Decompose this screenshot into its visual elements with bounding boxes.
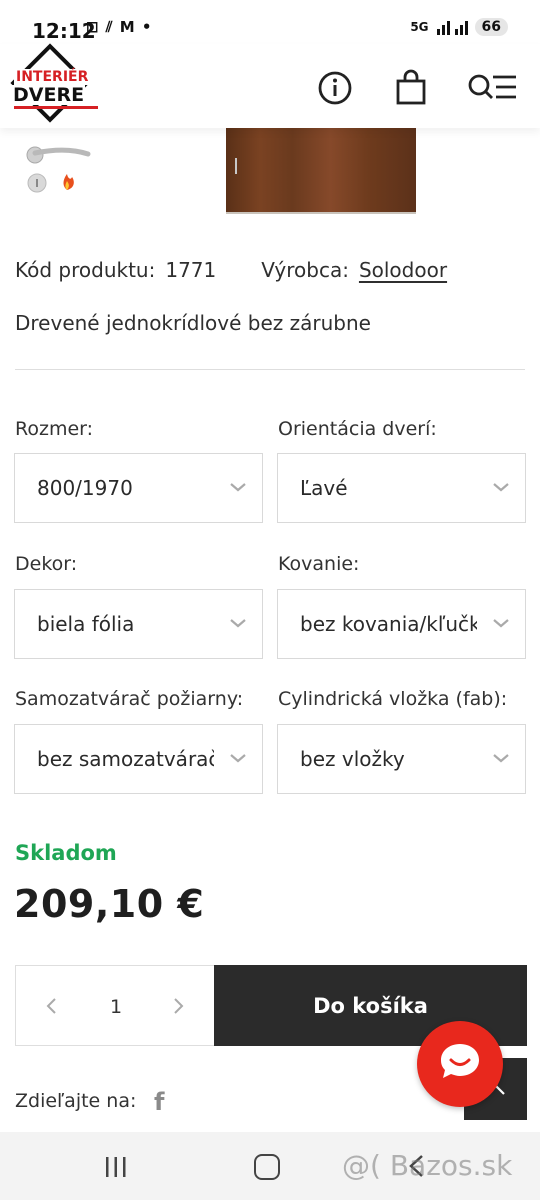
chat-button[interactable] xyxy=(417,1021,503,1107)
search-menu-icon[interactable] xyxy=(466,68,518,108)
status-bar: 12:12 ⊡ ⫽ M • 5G 66 xyxy=(0,0,540,44)
decor-select[interactable]: biela fólia xyxy=(14,589,263,659)
logo-underline xyxy=(14,106,98,109)
increase-quantity-button[interactable] xyxy=(166,994,190,1018)
size-select-value: 800/1970 xyxy=(37,476,133,500)
manufacturer-link[interactable]: Solodoor xyxy=(359,258,447,282)
hardware-select-value: bez kovania/kľučky xyxy=(300,612,477,636)
battery-indicator: 66 xyxy=(474,18,508,36)
hardware-label: Kovanie: xyxy=(278,553,360,575)
chat-bubble-icon xyxy=(441,1044,479,1078)
site-header: INTERIÉR DVERE xyxy=(0,43,540,128)
orientation-label: Orientácia dverí: xyxy=(278,418,437,440)
share-label: Zdieľajte na: xyxy=(15,1090,137,1112)
manufacturer-label: Výrobca: xyxy=(261,258,349,282)
logo-text-top: INTERIÉR xyxy=(14,69,91,85)
status-right: 5G 66 xyxy=(410,18,508,36)
home-icon[interactable] xyxy=(254,1154,280,1180)
system-navigation-bar: @( Bazos.sk xyxy=(0,1132,540,1200)
chevron-down-icon xyxy=(493,619,509,628)
orientation-select[interactable]: Ľavé xyxy=(277,453,526,523)
logo-text-bottom: DVERE xyxy=(12,84,86,106)
stock-status: Skladom xyxy=(15,841,117,865)
chevron-down-icon xyxy=(230,754,246,763)
cylinder-select[interactable]: bez vložky xyxy=(277,724,526,794)
network-icon: 5G xyxy=(410,20,429,34)
chevron-down-icon xyxy=(230,619,246,628)
chevron-down-icon xyxy=(493,483,509,492)
orientation-select-value: Ľavé xyxy=(300,476,348,500)
recent-apps-icon[interactable] xyxy=(103,1156,129,1178)
cylinder-label: Cylindrická vložka (fab): xyxy=(278,688,508,710)
door-handle-thumbnail[interactable] xyxy=(20,140,100,200)
signal-icon xyxy=(436,21,468,35)
site-logo[interactable]: INTERIÉR DVERE xyxy=(10,43,102,127)
product-image-door[interactable] xyxy=(226,128,416,214)
decor-select-value: biela fólia xyxy=(37,612,135,636)
product-price: 209,10 € xyxy=(14,882,205,926)
product-thumbnails[interactable] xyxy=(20,140,100,200)
product-code-value: 1771 xyxy=(165,258,217,282)
quantity-value[interactable]: 1 xyxy=(106,996,126,1018)
product-description: Drevené jednokrídlové bez zárubne xyxy=(15,311,371,335)
chevron-down-icon xyxy=(230,483,246,492)
decrease-quantity-button[interactable] xyxy=(40,994,64,1018)
closer-label: Samozatvárač požiarny: xyxy=(15,688,244,710)
watermark: @( Bazos.sk xyxy=(342,1149,513,1182)
door-handle-detail xyxy=(235,158,237,174)
notification-icons: ⊡ ⫽ M • xyxy=(86,18,153,36)
facebook-icon[interactable]: f xyxy=(154,1088,164,1116)
decor-label: Dekor: xyxy=(15,553,78,575)
info-icon[interactable] xyxy=(316,68,356,108)
size-label: Rozmer: xyxy=(15,418,94,440)
chevron-down-icon xyxy=(493,754,509,763)
cylinder-select-value: bez vložky xyxy=(300,747,405,771)
divider xyxy=(15,369,525,370)
closer-select[interactable]: bez samozatvárača xyxy=(14,724,263,794)
product-code-label: Kód produktu: xyxy=(15,258,156,282)
shopping-bag-icon[interactable] xyxy=(391,68,431,108)
closer-select-value: bez samozatvárača xyxy=(37,747,214,771)
hardware-select[interactable]: bez kovania/kľučky xyxy=(277,589,526,659)
product-meta: Kód produktu: 1771 Výrobca: Solodoor xyxy=(15,258,535,282)
size-select[interactable]: 800/1970 xyxy=(14,453,263,523)
quantity-stepper: 1 xyxy=(15,965,215,1046)
